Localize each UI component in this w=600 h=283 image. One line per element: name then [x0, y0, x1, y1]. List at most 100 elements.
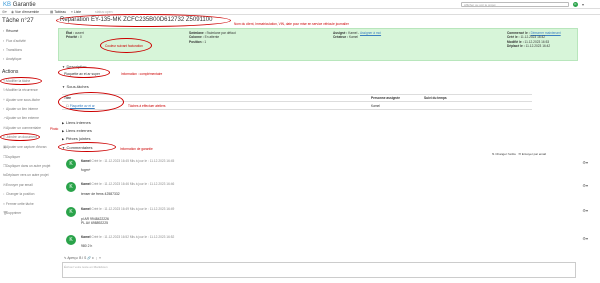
sidebar-item-summary[interactable]: ▪ Résumé [3, 29, 18, 33]
comment-date: Créé le : 11.12.2023 16:49 Mis à jour le… [91, 207, 175, 211]
section-label: Liens internes [65, 120, 91, 125]
action-add-screenshot[interactable]: ▣Ajouter une capture d'écran [3, 145, 46, 149]
sidebar-item-label: Résumé [6, 29, 19, 33]
action-label: Déplacer vers un autre projet [6, 173, 49, 177]
annotation-ellipse [56, 14, 231, 27]
assign-to-me-link[interactable]: Assigner à moi [360, 31, 381, 35]
comment-line: PL AV 698892225 [81, 221, 108, 225]
user-menu-icon[interactable]: ▾ [582, 2, 584, 7]
table-divider [62, 109, 532, 110]
avatar: K [66, 159, 76, 169]
subtasks-heading[interactable]: ▼ Sous-tâches [62, 84, 89, 89]
action-label: Modifier la récurrence [6, 88, 38, 92]
editor-toolbar: ✎ Aperçu B I S 🔗 ≡ ⋮ ‹› [64, 256, 101, 260]
sidebar-item-transitions[interactable]: ▪ Transitions [3, 48, 22, 52]
action-edit-recurrence[interactable]: ↻Modifier la récurrence [3, 88, 38, 92]
tab-overview-label: Vue d'ensemble [14, 10, 40, 14]
comment-menu-icon[interactable]: ⚙▾ [582, 236, 588, 241]
info-value: ouvert [74, 31, 84, 35]
info-column-status: État : ouvert Priorité : 0 [66, 31, 84, 40]
sidebar-item-analytics[interactable]: ▪ Analytique [3, 57, 21, 61]
subtask-header-time: Suivi du temps [424, 96, 447, 100]
preview-tab[interactable]: Aperçu [67, 256, 77, 260]
caret-right-icon: ▶ [62, 137, 65, 141]
tab-list[interactable]: ≡Liste [71, 10, 81, 14]
action-delete[interactable]: 🗑Supprimer [3, 211, 21, 215]
sidebar-item-label: Analytique [6, 57, 22, 61]
action-label: Ajouter une capture d'écran [6, 145, 47, 149]
comment-textarea[interactable] [62, 262, 576, 278]
info-value: 11.12.2023 16:53 [524, 39, 550, 44]
info-position: Position : 1 [189, 40, 236, 44]
annotation-ellipse [0, 133, 40, 141]
action-move-project[interactable]: ⇆Déplacer vers un autre projet [3, 173, 49, 177]
info-key: Modifié le : [507, 39, 524, 44]
info-value: 0 [80, 35, 82, 40]
comment-menu-icon[interactable]: ⚙▾ [582, 160, 588, 165]
comment-author: Kamel [81, 235, 91, 239]
tab-board[interactable]: ▦Tableau [50, 10, 66, 14]
info-key: Swimlane : [189, 31, 206, 35]
annotation-ellipse [0, 77, 42, 85]
section-label: Sous-tâches [66, 84, 89, 89]
comment-date: Créé le : 11.12.2023 16:52 Mis à jour le… [91, 235, 175, 239]
filter-input[interactable]: status:open [95, 10, 113, 14]
info-key: État : [66, 31, 74, 35]
external-links-heading[interactable]: ▶ Liens externes [62, 128, 92, 133]
tab-overview[interactable]: ◉Vue d'ensemble [11, 10, 39, 14]
internal-links-heading[interactable]: ▶ Liens internes [62, 120, 91, 125]
action-label: Fermer cette tâche [6, 202, 34, 206]
email-comments-label: Envoyer par email [521, 152, 547, 156]
caret-right-icon: ▶ [62, 121, 65, 125]
list-icon[interactable]: ≡ [92, 256, 94, 260]
action-change-position[interactable]: ↕Changer la position [3, 192, 34, 196]
info-value: En attente [204, 35, 220, 40]
table-divider [62, 94, 532, 95]
app-logo[interactable]: KB Garantie [3, 2, 36, 8]
action-duplicate[interactable]: ❐Dupliquer [3, 155, 20, 159]
comment-placeholder: Écrivez votre texte en Markdown [64, 265, 108, 269]
sort-order-label: Changer l'ordre [495, 152, 516, 156]
info-key: Position : [189, 39, 204, 44]
project-menu[interactable]: ⚙▾ [2, 10, 8, 14]
action-label: Ajouter un lien interne [6, 107, 39, 111]
action-add-subtask[interactable]: +Ajouter une sous-tâche [3, 98, 40, 102]
start-now-link[interactable]: Démarrer maintenant [531, 31, 561, 35]
code-icon[interactable]: ‹› [99, 256, 101, 260]
info-value: Kamel [348, 31, 358, 35]
info-value: 11.12.2023 16:42 [525, 44, 551, 49]
list-icon: ≡ [71, 10, 73, 14]
action-add-comment[interactable]: ✉Ajouter un commentaire [3, 126, 41, 130]
annotation-title-note: Nom du client, Immatriculation, VIN, dat… [234, 22, 349, 26]
action-label: Dupliquer [6, 155, 21, 159]
action-duplicate-project[interactable]: ❐Dupliquer dans un autre projet [3, 164, 50, 168]
user-avatar[interactable]: K [573, 1, 578, 7]
comment-menu-icon[interactable]: ⚙▾ [582, 183, 588, 188]
avatar: K [66, 207, 76, 217]
comment-menu-icon[interactable]: ⚙▾ [582, 208, 588, 213]
sidebar-item-activity[interactable]: ▪ Flux d'activité [3, 39, 26, 43]
subtask-assignee: Kamel [371, 104, 381, 108]
info-moved: Déplacé le : 11.12.2023 16:42 [507, 44, 561, 48]
action-add-internal-link[interactable]: ‹ Ajouter un lien interne [3, 107, 38, 111]
info-column-position: Swimlane : Swimlane par défaut Colonne :… [189, 31, 236, 44]
link-icon[interactable]: 🔗 [87, 256, 91, 260]
comment-author: Kamel [81, 182, 91, 186]
info-key: Créé le : [507, 35, 520, 40]
action-close-task[interactable]: ×Fermer cette tâche [3, 202, 34, 206]
email-comments-link[interactable]: ✉ Envoyer par email [518, 152, 546, 156]
action-send-email[interactable]: ✉Envoyer par email [3, 183, 33, 187]
sort-order-link[interactable]: ⇅ Changer l'ordre [492, 152, 516, 156]
comment-text: 980 2 h [81, 244, 93, 248]
attachments-heading[interactable]: ▶ Pièces jointes [62, 136, 91, 141]
info-column-dates: Commencé le : Démarrer maintenant Créé l… [507, 31, 561, 49]
comment-header: Kamel Créé le : 11.12.2023 16:45 Mis à j… [81, 159, 174, 163]
search-input[interactable]: Afficher ou voir le projet [461, 2, 569, 7]
strikethrough-icon[interactable]: S [84, 256, 86, 260]
annotation-subtask-note: Tâches à effectuer ateliers [128, 104, 166, 108]
comment-date: Créé le : 11.12.2023 16:46 Mis à jour le… [91, 182, 175, 186]
action-label: Ajouter une sous-tâche [6, 98, 40, 102]
numbered-list-icon[interactable]: ⋮ [95, 256, 98, 260]
action-add-external-link[interactable]: ↗Ajouter un lien externe [3, 116, 39, 120]
table-divider [62, 101, 532, 102]
